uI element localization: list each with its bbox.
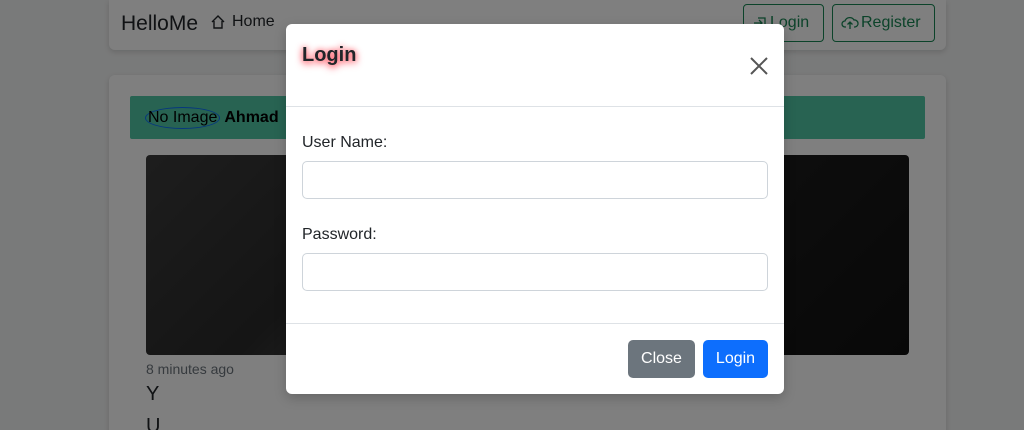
username-label: User Name: — [302, 134, 388, 151]
modal-header-divider — [286, 106, 784, 107]
modal-footer-divider — [286, 323, 784, 324]
close-icon[interactable] — [748, 55, 770, 77]
password-label: Password: — [302, 226, 377, 243]
password-input[interactable] — [302, 253, 768, 291]
login-button[interactable]: Login — [703, 340, 768, 378]
modal-title: Login — [302, 44, 357, 66]
username-input[interactable] — [302, 161, 768, 199]
close-button[interactable]: Close — [628, 340, 695, 378]
login-modal: Login User Name: Password: Close Login — [286, 24, 784, 394]
